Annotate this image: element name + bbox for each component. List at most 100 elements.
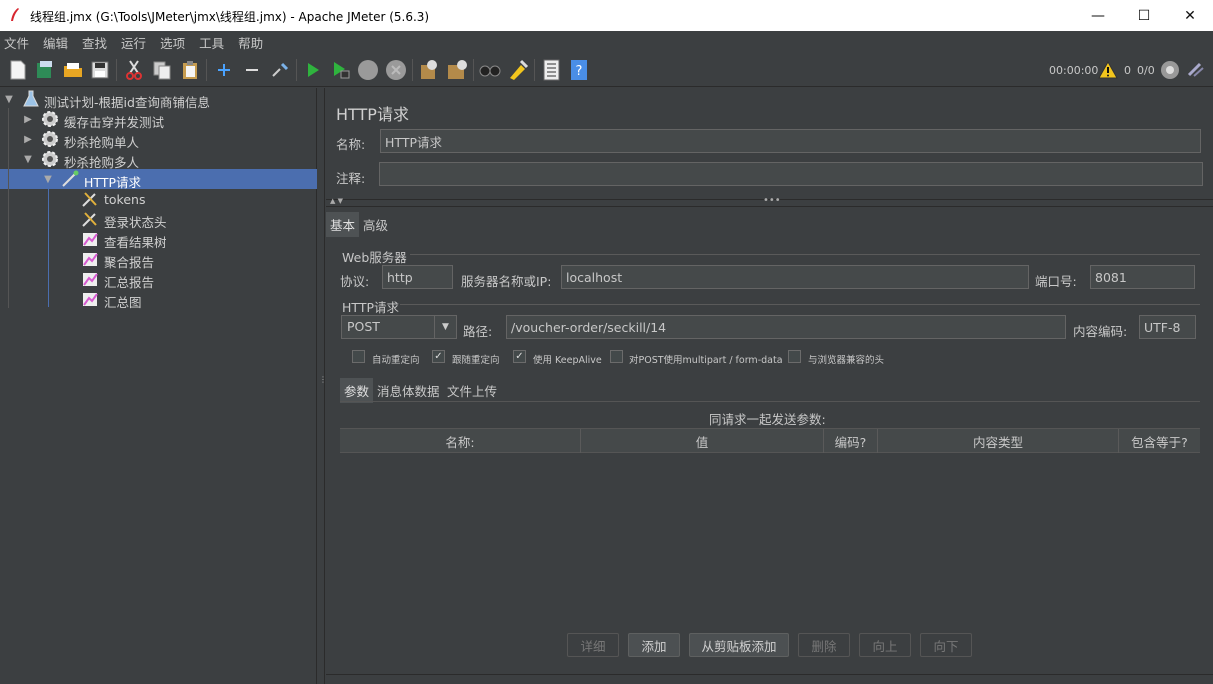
up-button[interactable]: 向上 [859,633,911,657]
checkbox-browser-headers[interactable] [788,350,801,363]
test-plan-tree: ▼ 测试计划-根据id查询商铺信息 ▶ 缓存击穿并发测试 ▶ 秒杀抢购单人 ▼ … [0,88,317,684]
warning-icon[interactable] [1097,59,1119,81]
tree-item-summary-graph[interactable]: 汇总图 [0,289,317,310]
tree-item-thread-group[interactable]: ▶ 缓存击穿并发测试 [0,109,317,130]
delete-button[interactable]: 删除 [798,633,850,657]
checkbox-auto-redirect[interactable] [352,350,365,363]
tab-basic[interactable]: 基本 [326,212,360,237]
down-button[interactable]: 向下 [920,633,972,657]
detail-button[interactable]: 详细 [567,633,619,657]
column-name[interactable]: 名称: [340,429,581,453]
column-encode[interactable]: 编码? [824,429,878,453]
vertical-splitter[interactable]: ⋮ [317,88,327,684]
chevron-down-icon[interactable]: ▼ [43,174,53,185]
name-field[interactable] [380,129,1201,153]
collapse-arrows-icon[interactable]: ▲ ▼ [330,197,343,205]
menu-run[interactable]: 运行 [121,33,146,52]
help-icon[interactable]: ? [568,59,590,81]
add-from-clipboard-button[interactable]: 从剪贴板添加 [689,633,789,657]
shutdown-icon[interactable] [385,59,407,81]
minimize-button[interactable]: — [1075,0,1121,31]
collapse-all-icon[interactable] [241,59,263,81]
method-select[interactable]: POST ▼ [341,315,457,339]
chevron-down-icon[interactable]: ▼ [23,154,33,165]
cut-icon[interactable] [123,59,145,81]
open-icon[interactable] [62,59,84,81]
column-include-equals[interactable]: 包含等于? [1119,429,1200,453]
chevron-down-icon[interactable]: ▼ [434,316,456,338]
tab-parameters[interactable]: 参数 [340,378,374,403]
horizontal-splitter[interactable]: ▲ ▼ ••• [326,195,1213,207]
add-button[interactable]: 添加 [628,633,680,657]
menu-edit[interactable]: 编辑 [43,33,68,52]
clear-icon[interactable] [418,59,440,81]
checkbox-follow-redirects[interactable]: ✓ [432,350,445,363]
search-icon[interactable] [479,59,501,81]
window-title: 线程组.jmx (G:\Tools\JMeter\jmx\线程组.jmx) - … [30,10,430,24]
copy-icon[interactable] [151,59,173,81]
start-no-pause-icon[interactable] [330,59,352,81]
column-content-type[interactable]: 内容类型 [878,429,1119,453]
chevron-right-icon[interactable]: ▶ [23,134,33,145]
close-button[interactable]: ✕ [1167,0,1213,31]
clear-all-icon[interactable] [446,59,468,81]
tab-body-data[interactable]: 消息体数据 [373,378,444,403]
sampler-icon [62,170,79,187]
log-viewer-icon[interactable] [1185,59,1207,81]
start-icon[interactable] [302,59,324,81]
encoding-field[interactable] [1139,315,1196,339]
server-field[interactable] [561,265,1029,289]
gear-icon [42,131,58,147]
splitter-grip-icon[interactable]: ⋮ [319,376,327,392]
tab-advanced[interactable]: 高级 [359,212,392,237]
tree-item-header-manager[interactable]: 登录状态头 [0,209,317,230]
function-helper-icon[interactable] [540,59,562,81]
toolbar: ? 00:00:00 0 0/0 [0,53,1213,87]
warning-count: 0 [1124,64,1131,77]
menu-options[interactable]: 选项 [160,33,185,52]
tree-item-user-parameters[interactable]: tokens [0,189,317,209]
elapsed-time: 00:00:00 [1049,64,1099,77]
splitter-grip-icon[interactable]: ••• [763,195,781,206]
maximize-button[interactable]: ☐ [1121,0,1167,31]
comment-field[interactable] [379,162,1203,186]
stop-icon[interactable] [357,59,379,81]
chevron-down-icon[interactable]: ▼ [4,94,14,105]
menu-file[interactable]: 文件 [4,33,29,52]
menu-search[interactable]: 查找 [82,33,107,52]
chevron-right-icon[interactable]: ▶ [23,114,33,125]
tree-item-thread-group[interactable]: ▼ 秒杀抢购多人 [0,149,317,170]
tree-item-aggregate-report[interactable]: 聚合报告 [0,249,317,270]
protocol-field[interactable] [382,265,453,289]
toggle-icon[interactable] [269,59,291,81]
column-value[interactable]: 值 [581,429,824,453]
tree-item-thread-group[interactable]: ▶ 秒杀抢购单人 [0,129,317,150]
expand-all-icon[interactable] [213,59,235,81]
menu-bar: 文件 编辑 查找 运行 选项 工具 帮助 [0,31,1213,53]
tab-file-upload[interactable]: 文件上传 [443,378,501,403]
port-label: 端口号: [1035,274,1077,289]
checkbox-multipart[interactable] [610,350,623,363]
paste-icon[interactable] [179,59,201,81]
port-field[interactable] [1090,265,1195,289]
path-field[interactable] [506,315,1066,339]
chart-icon [83,233,98,246]
tree-item-test-plan[interactable]: ▼ 测试计划-根据id查询商铺信息 [0,89,317,110]
params-caption: 同请求一起发送参数: [709,412,826,427]
reset-search-icon[interactable] [507,59,529,81]
tree-item-results-tree[interactable]: 查看结果树 [0,229,317,250]
save-icon[interactable] [89,59,111,81]
auto-redirect-label: 自动重定向 [372,355,420,366]
menu-tools[interactable]: 工具 [199,33,224,52]
title-bar: 线程组.jmx (G:\Tools\JMeter\jmx\线程组.jmx) - … [0,0,1213,31]
horizontal-scrollbar[interactable] [326,674,1213,684]
checkbox-keepalive[interactable]: ✓ [513,350,526,363]
protocol-label: 协议: [340,274,370,289]
tree-item-summary-report[interactable]: 汇总报告 [0,269,317,290]
tree-item-http-request[interactable]: ▼ HTTP请求 [0,169,317,190]
templates-icon[interactable] [34,59,56,81]
page-title: HTTP请求 [336,105,409,124]
menu-help[interactable]: 帮助 [238,33,263,52]
remote-status-icon [1159,59,1181,81]
new-icon[interactable] [7,59,29,81]
